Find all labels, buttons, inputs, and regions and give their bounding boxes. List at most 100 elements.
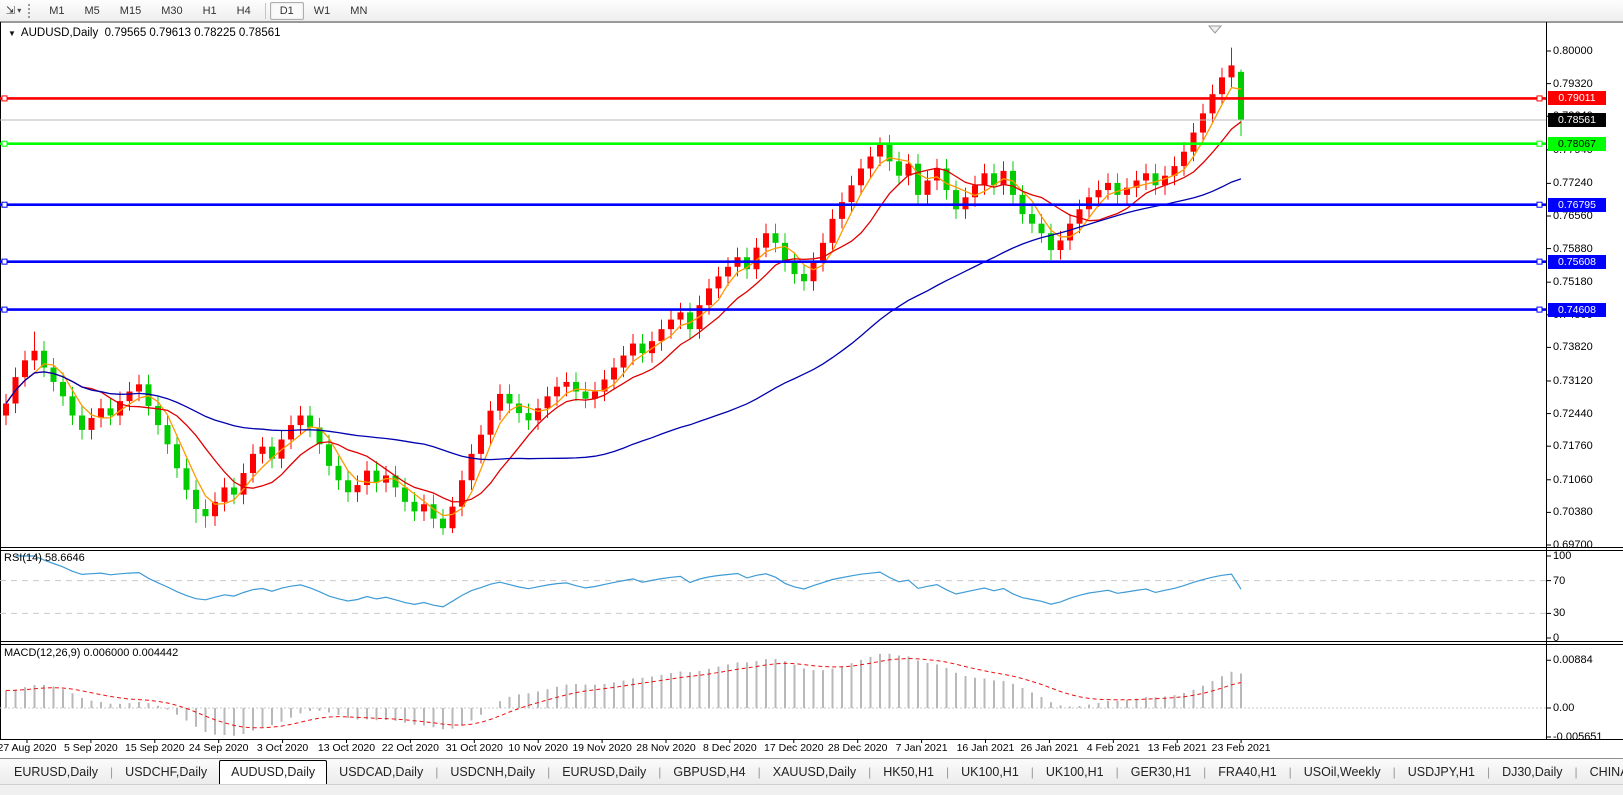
timeframe-button-mn[interactable]: MN xyxy=(340,2,377,20)
toolbar-separator xyxy=(265,3,266,19)
timeframe-button-m15[interactable]: M15 xyxy=(110,2,151,20)
chart-panel[interactable]: ▼ AUDUSD,Daily 0.79565 0.79613 0.78225 0.… xyxy=(0,22,1623,758)
dropdown-caret-icon[interactable]: ▾ xyxy=(17,6,24,15)
chart-tab-usdchf-daily[interactable]: USDCHF,Daily xyxy=(113,760,219,784)
macd-tick-label: -0.005651 xyxy=(1553,731,1603,743)
chart-tab-audusd-daily[interactable]: AUDUSD,Daily xyxy=(219,760,327,784)
rsi-tick-label: 0 xyxy=(1553,632,1559,644)
chart-tab-uk100-h1[interactable]: UK100,H1 xyxy=(1034,760,1116,784)
timeframe-button-w1[interactable]: W1 xyxy=(304,2,341,20)
price-badge-0.79011: 0.79011 xyxy=(1548,91,1606,105)
date-label: 26 Jan 2021 xyxy=(1020,742,1078,754)
hline-drag-marker[interactable] xyxy=(2,96,7,101)
chart-tab-china300-h1[interactable]: CHINA300,H1 xyxy=(1578,760,1623,784)
date-label: 19 Nov 2020 xyxy=(572,742,632,754)
price-tick-label: 0.75180 xyxy=(1553,276,1593,288)
macd-histogram xyxy=(6,654,1241,736)
price-tick-label: 0.71060 xyxy=(1553,474,1593,486)
date-label: 15 Sep 2020 xyxy=(125,742,185,754)
chart-symbol-label: AUDUSD,Daily xyxy=(21,27,98,39)
date-label: 5 Sep 2020 xyxy=(64,742,118,754)
chart-canvas[interactable] xyxy=(0,22,1623,758)
toolbar: ⇲ ▾ M1M5M15M30H1H4 D1W1MN xyxy=(0,0,1623,22)
chart-tab-eurusd-daily[interactable]: EURUSD,Daily xyxy=(550,760,658,784)
timeframe-button-m5[interactable]: M5 xyxy=(75,2,110,20)
cursor-tool-icon[interactable]: ⇲ xyxy=(4,4,17,17)
timeframe-button-m30[interactable]: M30 xyxy=(151,2,192,20)
date-label: 27 Aug 2020 xyxy=(0,742,56,754)
chart-tab-xauusd-daily[interactable]: XAUUSD,Daily xyxy=(761,760,868,784)
price-badge-0.78561: 0.78561 xyxy=(1548,113,1606,127)
rsi-indicator-label: RSI(14) 58.6646 xyxy=(4,552,85,564)
chart-tab-eurusd-daily[interactable]: EURUSD,Daily xyxy=(2,760,110,784)
macd-tick-label: 0.00884 xyxy=(1553,654,1593,666)
rsi-tick-label: 70 xyxy=(1553,575,1565,587)
chart-tab-usdcad-daily[interactable]: USDCAD,Daily xyxy=(327,760,435,784)
chart-tab-ger30-h1[interactable]: GER30,H1 xyxy=(1119,760,1203,784)
hline-drag-marker[interactable] xyxy=(1537,307,1542,312)
timeframe-button-h4[interactable]: H4 xyxy=(227,2,261,20)
rsi-tick-label: 30 xyxy=(1553,607,1565,619)
price-tick-label: 0.73120 xyxy=(1553,375,1593,387)
macd-indicator-label: MACD(12,26,9) 0.006000 0.004442 xyxy=(4,647,178,659)
chart-tab-usoil-weekly[interactable]: USOil,Weekly xyxy=(1292,760,1393,784)
timeframe-button-m1[interactable]: M1 xyxy=(39,2,74,20)
ma-mid-line[interactable] xyxy=(6,122,1241,502)
date-label: 13 Oct 2020 xyxy=(318,742,375,754)
date-label: 17 Dec 2020 xyxy=(764,742,824,754)
status-strip xyxy=(0,784,1623,795)
price-tick-label: 0.79320 xyxy=(1553,78,1593,90)
price-tick-label: 0.76560 xyxy=(1553,210,1593,222)
macd-tick-label: 0.00 xyxy=(1553,702,1574,714)
hline-drag-marker[interactable] xyxy=(1537,96,1542,101)
ma-slow-line[interactable] xyxy=(6,179,1241,460)
collapse-caret-icon[interactable]: ▼ xyxy=(8,29,16,38)
date-label: 4 Feb 2021 xyxy=(1087,742,1140,754)
date-label: 23 Feb 2021 xyxy=(1212,742,1271,754)
timeframe-button-h1[interactable]: H1 xyxy=(193,2,227,20)
price-badge-0.74608: 0.74608 xyxy=(1548,303,1606,317)
chart-shift-marker-icon[interactable] xyxy=(1209,26,1221,33)
chart-tab-uk100-h1[interactable]: UK100,H1 xyxy=(949,760,1031,784)
date-label: 16 Jan 2021 xyxy=(957,742,1015,754)
timeframe-button-d1[interactable]: D1 xyxy=(270,2,304,20)
hline-drag-marker[interactable] xyxy=(2,259,7,264)
hline-drag-marker[interactable] xyxy=(2,141,7,146)
price-tick-label: 0.71760 xyxy=(1553,440,1593,452)
price-tick-label: 0.70380 xyxy=(1553,506,1593,518)
ma-fast-line[interactable] xyxy=(6,88,1241,516)
date-label: 28 Nov 2020 xyxy=(636,742,696,754)
price-tick-label: 0.80000 xyxy=(1553,45,1593,57)
price-tick-label: 0.73820 xyxy=(1553,341,1593,353)
chart-ohlc-values: 0.79565 0.79613 0.78225 0.78561 xyxy=(105,27,281,39)
date-label: 3 Oct 2020 xyxy=(257,742,308,754)
price-tick-label: 0.72440 xyxy=(1553,408,1593,420)
date-label: 8 Dec 2020 xyxy=(703,742,757,754)
hline-drag-marker[interactable] xyxy=(2,307,7,312)
date-label: 22 Oct 2020 xyxy=(382,742,439,754)
hline-drag-marker[interactable] xyxy=(1537,141,1542,146)
price-badge-0.76795: 0.76795 xyxy=(1548,198,1606,212)
chart-title: ▼ AUDUSD,Daily 0.79565 0.79613 0.78225 0.… xyxy=(8,27,281,39)
price-badge-0.78067: 0.78067 xyxy=(1548,137,1606,151)
chart-tab-usdcnh-daily[interactable]: USDCNH,Daily xyxy=(438,760,547,784)
date-label: 10 Nov 2020 xyxy=(508,742,568,754)
price-tick-label: 0.77240 xyxy=(1553,177,1593,189)
chart-tab-gbpusd-h4[interactable]: GBPUSD,H4 xyxy=(661,760,757,784)
hline-drag-marker[interactable] xyxy=(2,202,7,207)
toolbar-grip-handle[interactable] xyxy=(28,4,32,18)
rsi-tick-label: 100 xyxy=(1553,550,1571,562)
price-tick-label: 0.75880 xyxy=(1553,243,1593,255)
chart-tab-dj30-daily[interactable]: DJ30,Daily xyxy=(1490,760,1574,784)
chart-tab-usdjpy-h1[interactable]: USDJPY,H1 xyxy=(1396,760,1487,784)
chart-tab-hk50-h1[interactable]: HK50,H1 xyxy=(871,760,946,784)
timeframe-buttons: M1M5M15M30H1H4 D1W1MN xyxy=(39,0,377,22)
chart-tab-bar: EURUSD,Daily|USDCHF,DailyAUDUSD,DailyUSD… xyxy=(0,758,1623,784)
hline-drag-marker[interactable] xyxy=(1537,259,1542,264)
rsi-line xyxy=(16,556,1242,607)
date-label: 13 Feb 2021 xyxy=(1148,742,1207,754)
hline-drag-marker[interactable] xyxy=(1537,202,1542,207)
date-label: 31 Oct 2020 xyxy=(446,742,503,754)
chart-tab-fra40-h1[interactable]: FRA40,H1 xyxy=(1206,760,1288,784)
price-badge-0.75608: 0.75608 xyxy=(1548,255,1606,269)
